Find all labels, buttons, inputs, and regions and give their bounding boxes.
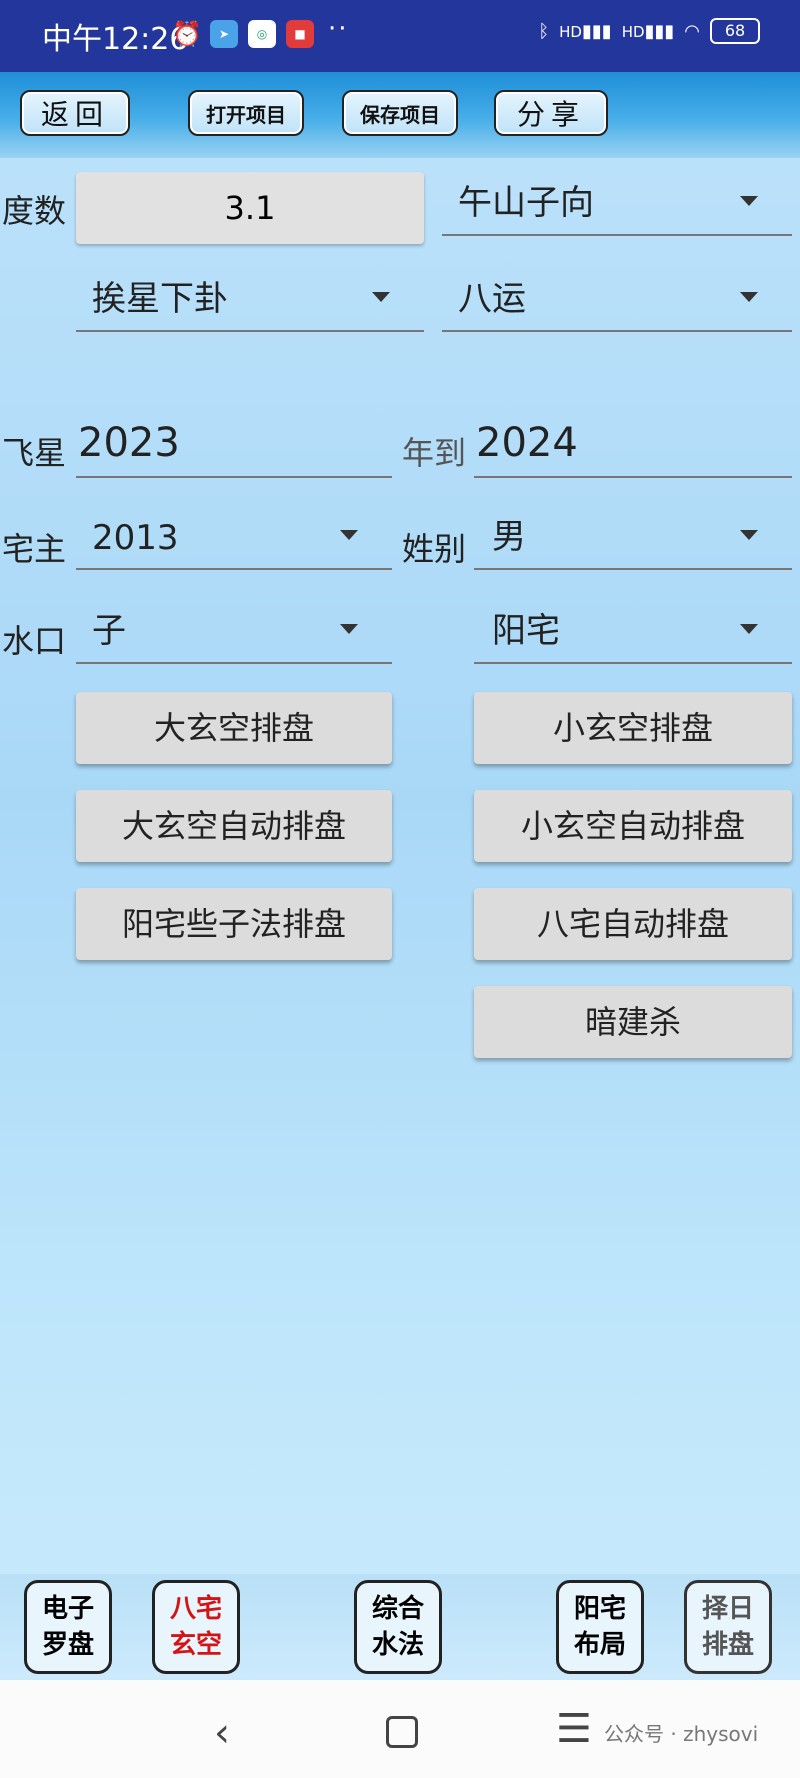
chevron-down-icon xyxy=(740,530,758,540)
back-button[interactable]: 返回 xyxy=(20,90,130,136)
degree-input[interactable]: 3.1 xyxy=(76,172,424,244)
status-bar: 中午12:26 ⏰ ➤ ◎ ■ ·· ᛒ HD▮▮▮ HD▮▮▮ ◠ 68 xyxy=(0,0,800,72)
mountain-direction-select[interactable]: 午山子向 xyxy=(442,172,792,236)
gender-label: 姓别 xyxy=(402,530,467,568)
system-nav-bar: ‹ ☰ 公众号 · zhysovi xyxy=(0,1680,800,1778)
owner-label: 宅主 xyxy=(2,530,67,568)
year-from-input[interactable]: 2023 xyxy=(76,410,392,478)
battery-icon: 68 xyxy=(710,18,760,44)
menu-icon[interactable]: ☰ xyxy=(556,1706,592,1752)
save-project-button[interactable]: 保存项目 xyxy=(342,90,458,136)
owner-year-select[interactable]: 2013 xyxy=(76,506,392,570)
open-project-button[interactable]: 打开项目 xyxy=(188,90,304,136)
chevron-down-icon xyxy=(740,196,758,206)
bluetooth-icon: ᛒ xyxy=(538,20,550,42)
share-button[interactable]: 分享 xyxy=(494,90,608,136)
alarm-icon: ⏰ xyxy=(172,20,202,48)
year-to-input[interactable]: 2024 xyxy=(474,410,792,478)
signal-icon: HD▮▮▮ xyxy=(559,20,612,42)
chevron-down-icon xyxy=(740,624,758,634)
back-icon[interactable]: ‹ xyxy=(214,1710,230,1756)
yangzhai-xiezi-button[interactable]: 阳宅些子法排盘 xyxy=(76,888,392,960)
news-app-icon: ■ xyxy=(286,20,314,48)
more-notifications-icon: ·· xyxy=(328,14,349,44)
clock: 中午12:26 xyxy=(42,22,189,57)
water-mouth-label: 水口 xyxy=(2,622,67,660)
telegram-app-icon: ➤ xyxy=(210,20,238,48)
water-method-tab[interactable]: 综合 水法 xyxy=(354,1580,442,1674)
chevron-down-icon xyxy=(372,292,390,302)
to-year-label: 年到 xyxy=(402,434,467,472)
bazhai-auto-button[interactable]: 八宅自动排盘 xyxy=(474,888,792,960)
house-type-select[interactable]: 阳宅 xyxy=(474,600,792,664)
wifi-icon: ◠ xyxy=(684,20,700,42)
water-mouth-select[interactable]: 子 xyxy=(76,600,392,664)
chevron-down-icon xyxy=(740,292,758,302)
chevron-down-icon xyxy=(340,530,358,540)
degree-label: 度数 xyxy=(2,192,67,230)
bottom-function-bar: 电子 罗盘 八宅 玄空 综合 水法 阳宅 布局 择日 排盘 xyxy=(0,1574,800,1680)
small-xuankong-button[interactable]: 小玄空排盘 xyxy=(474,692,792,764)
signal-icon-2: HD▮▮▮ xyxy=(621,20,675,42)
watermark: 公众号 · zhysovi xyxy=(604,1722,759,1746)
small-xuankong-auto-button[interactable]: 小玄空自动排盘 xyxy=(474,790,792,862)
chevron-down-icon xyxy=(340,624,358,634)
compass-tab[interactable]: 电子 罗盘 xyxy=(24,1580,112,1674)
gender-select[interactable]: 男 xyxy=(474,506,792,570)
yangzhai-layout-tab[interactable]: 阳宅 布局 xyxy=(556,1580,644,1674)
home-icon[interactable] xyxy=(386,1716,418,1748)
date-selection-tab[interactable]: 择日 排盘 xyxy=(684,1580,772,1674)
app-icon: ◎ xyxy=(248,20,276,48)
period-select[interactable]: 八运 xyxy=(442,268,792,332)
method-select[interactable]: 挨星下卦 xyxy=(76,268,424,332)
toolbar: 返回 打开项目 保存项目 分享 xyxy=(0,72,800,158)
big-xuankong-button[interactable]: 大玄空排盘 xyxy=(76,692,392,764)
big-xuankong-auto-button[interactable]: 大玄空自动排盘 xyxy=(76,790,392,862)
flying-star-label: 飞星 xyxy=(2,434,67,472)
anjiansha-button[interactable]: 暗建杀 xyxy=(474,986,792,1058)
status-indicators: ᛒ HD▮▮▮ HD▮▮▮ ◠ 68 xyxy=(538,18,760,44)
bazhai-xuankong-tab[interactable]: 八宅 玄空 xyxy=(152,1580,240,1674)
